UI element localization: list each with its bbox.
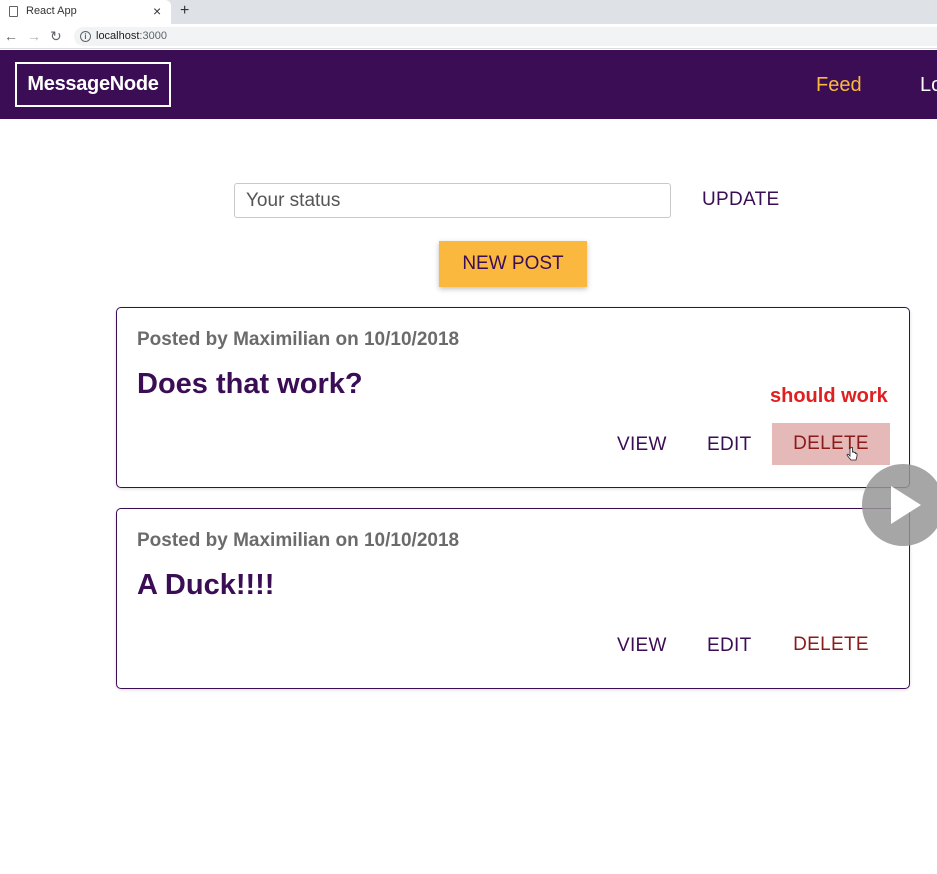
app-header: MessageNode Feed Lo — [0, 50, 937, 119]
page-icon — [9, 6, 18, 17]
url-field[interactable]: i localhost:3000 — [74, 27, 937, 46]
url-text: localhost:3000 — [96, 30, 167, 42]
close-icon[interactable]: × — [153, 3, 161, 19]
browser-tab-bar: React App × + — [0, 0, 937, 24]
update-button[interactable]: UPDATE — [702, 189, 779, 211]
arrow-right-icon[interactable]: → — [27, 27, 41, 45]
post-title: A Duck!!!! — [137, 569, 275, 601]
hand-cursor-icon — [846, 447, 858, 461]
post-meta: Posted by Maximilian on 10/10/2018 — [137, 329, 460, 350]
view-button[interactable]: VIEW — [617, 434, 667, 456]
delete-button[interactable]: DELETE — [772, 423, 890, 465]
edit-button[interactable]: EDIT — [707, 635, 751, 657]
post-meta: Posted by Maximilian on 10/10/2018 — [137, 530, 460, 551]
play-icon — [891, 486, 921, 524]
logo[interactable]: MessageNode — [15, 62, 171, 107]
edit-button[interactable]: EDIT — [707, 434, 751, 456]
browser-tab[interactable]: React App × — [0, 0, 171, 24]
address-bar: ← → ↻ i localhost:3000 — [0, 24, 937, 49]
status-input[interactable] — [234, 183, 671, 218]
reload-icon[interactable]: ↻ — [50, 27, 62, 45]
annotation-text: should work — [770, 385, 888, 407]
url-host: localhost — [96, 30, 140, 42]
info-icon[interactable]: i — [80, 31, 91, 42]
play-button[interactable] — [862, 464, 937, 546]
post-card: Posted by Maximilian on 10/10/2018 A Duc… — [116, 508, 910, 689]
nav-feed-link[interactable]: Feed — [816, 74, 862, 97]
post-title: Does that work? — [137, 368, 363, 400]
tab-title: React App — [26, 5, 77, 17]
url-port: :3000 — [139, 30, 167, 42]
view-button[interactable]: VIEW — [617, 635, 667, 657]
arrow-left-icon[interactable]: ← — [4, 27, 18, 45]
new-post-button[interactable]: NEW POST — [439, 241, 587, 287]
nav-logout-link[interactable]: Lo — [920, 74, 937, 97]
new-tab-button[interactable]: + — [180, 2, 189, 20]
delete-button[interactable]: DELETE — [772, 624, 890, 666]
